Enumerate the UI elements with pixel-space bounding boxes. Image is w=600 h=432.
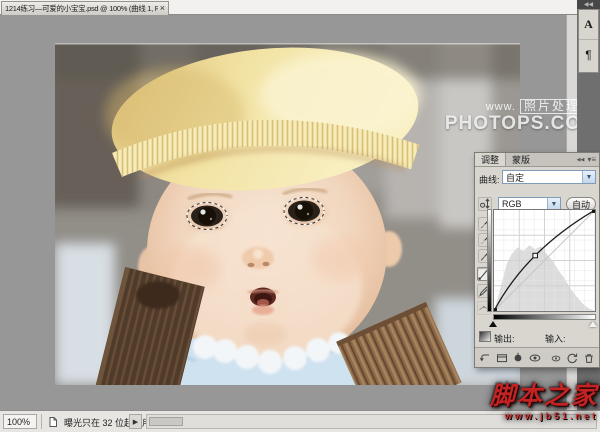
reset-icon[interactable]	[566, 351, 579, 364]
document-tab[interactable]: 1214练习—可爱的小宝宝.psd @ 100% (曲线 1, RGB/8) *…	[1, 1, 169, 15]
chevron-down-icon: ▼	[582, 171, 595, 183]
site-watermark: 脚本之家 www.jb51.net	[428, 384, 598, 421]
adjustments-panel-tabs: 调整 蒙版 ◀◀ ▾≡	[475, 153, 599, 167]
adjustments-panel: 调整 蒙版 ◀◀ ▾≡ 曲线: 自定 ▼ RGB ▼ 自动	[474, 152, 600, 368]
zoom-level-field[interactable]: 100%	[3, 414, 37, 429]
watermark-domain: PHOTOPS.COM	[420, 114, 598, 135]
layer-visibility-eye-icon[interactable]	[529, 351, 542, 364]
tab-masks[interactable]: 蒙版	[506, 153, 536, 166]
baby-photo-canvas[interactable]	[55, 43, 520, 385]
paragraph-panel-icon[interactable]: ¶	[579, 40, 598, 70]
output-input-row: 输出: 输入:	[475, 330, 599, 344]
tab-adjustments[interactable]: 调整	[475, 153, 506, 166]
dock-collapse-bar[interactable]: ◀◀	[577, 0, 600, 9]
curve-input-gradient	[493, 314, 596, 320]
curve-output-gradient	[487, 209, 492, 312]
document-tab-bar: 1214练习—可爱的小宝宝.psd @ 100% (曲线 1, RGB/8) *…	[0, 0, 600, 15]
panel-menu-icon[interactable]: ▾≡	[587, 155, 596, 164]
panel-collapse-icon[interactable]: ◀◀	[577, 157, 585, 163]
document-title: 1214练习—可爱的小宝宝.psd @ 100% (曲线 1, RGB/8) *	[5, 3, 158, 14]
watermark-www: www.	[486, 101, 516, 113]
divider	[41, 414, 42, 429]
close-tab-icon[interactable]: ×	[160, 4, 165, 13]
expand-view-icon[interactable]	[496, 351, 509, 364]
input-label: 输入:	[545, 332, 566, 345]
previous-state-eye-icon[interactable]	[549, 351, 562, 364]
baby-photo-illustration	[55, 43, 520, 385]
adjustments-panel-footer	[475, 347, 599, 367]
clip-to-layer-icon[interactable]	[512, 351, 525, 364]
delete-adjustment-trash-icon[interactable]	[582, 351, 595, 364]
curves-grid[interactable]	[493, 209, 596, 312]
photo-watermark: www.照片处理网 PHOTOPS.COM	[420, 99, 598, 135]
dock-panel-group: A ¶	[578, 9, 599, 73]
site-watermark-title: 脚本之家	[428, 384, 598, 409]
black-point-slider[interactable]	[489, 321, 497, 327]
site-watermark-url: www.jb51.net	[428, 412, 598, 421]
curve-control-point	[533, 253, 538, 258]
photoshop-window: 1214练习—可爱的小宝宝.psd @ 100% (曲线 1, RGB/8) *…	[0, 0, 600, 432]
document-info-icon	[46, 415, 59, 428]
return-to-list-icon[interactable]	[479, 351, 492, 364]
character-panel-icon[interactable]: A	[579, 10, 598, 40]
white-point-slider[interactable]	[589, 321, 597, 327]
curve-preset-label: 曲线:	[479, 173, 500, 186]
status-expand-arrow[interactable]: ▶	[129, 414, 142, 429]
output-label: 输出:	[494, 332, 515, 345]
curve-preset-dropdown[interactable]: 自定 ▼	[502, 170, 596, 184]
gradient-swatch-icon	[479, 331, 491, 342]
scrollbar-thumb[interactable]	[149, 417, 183, 426]
